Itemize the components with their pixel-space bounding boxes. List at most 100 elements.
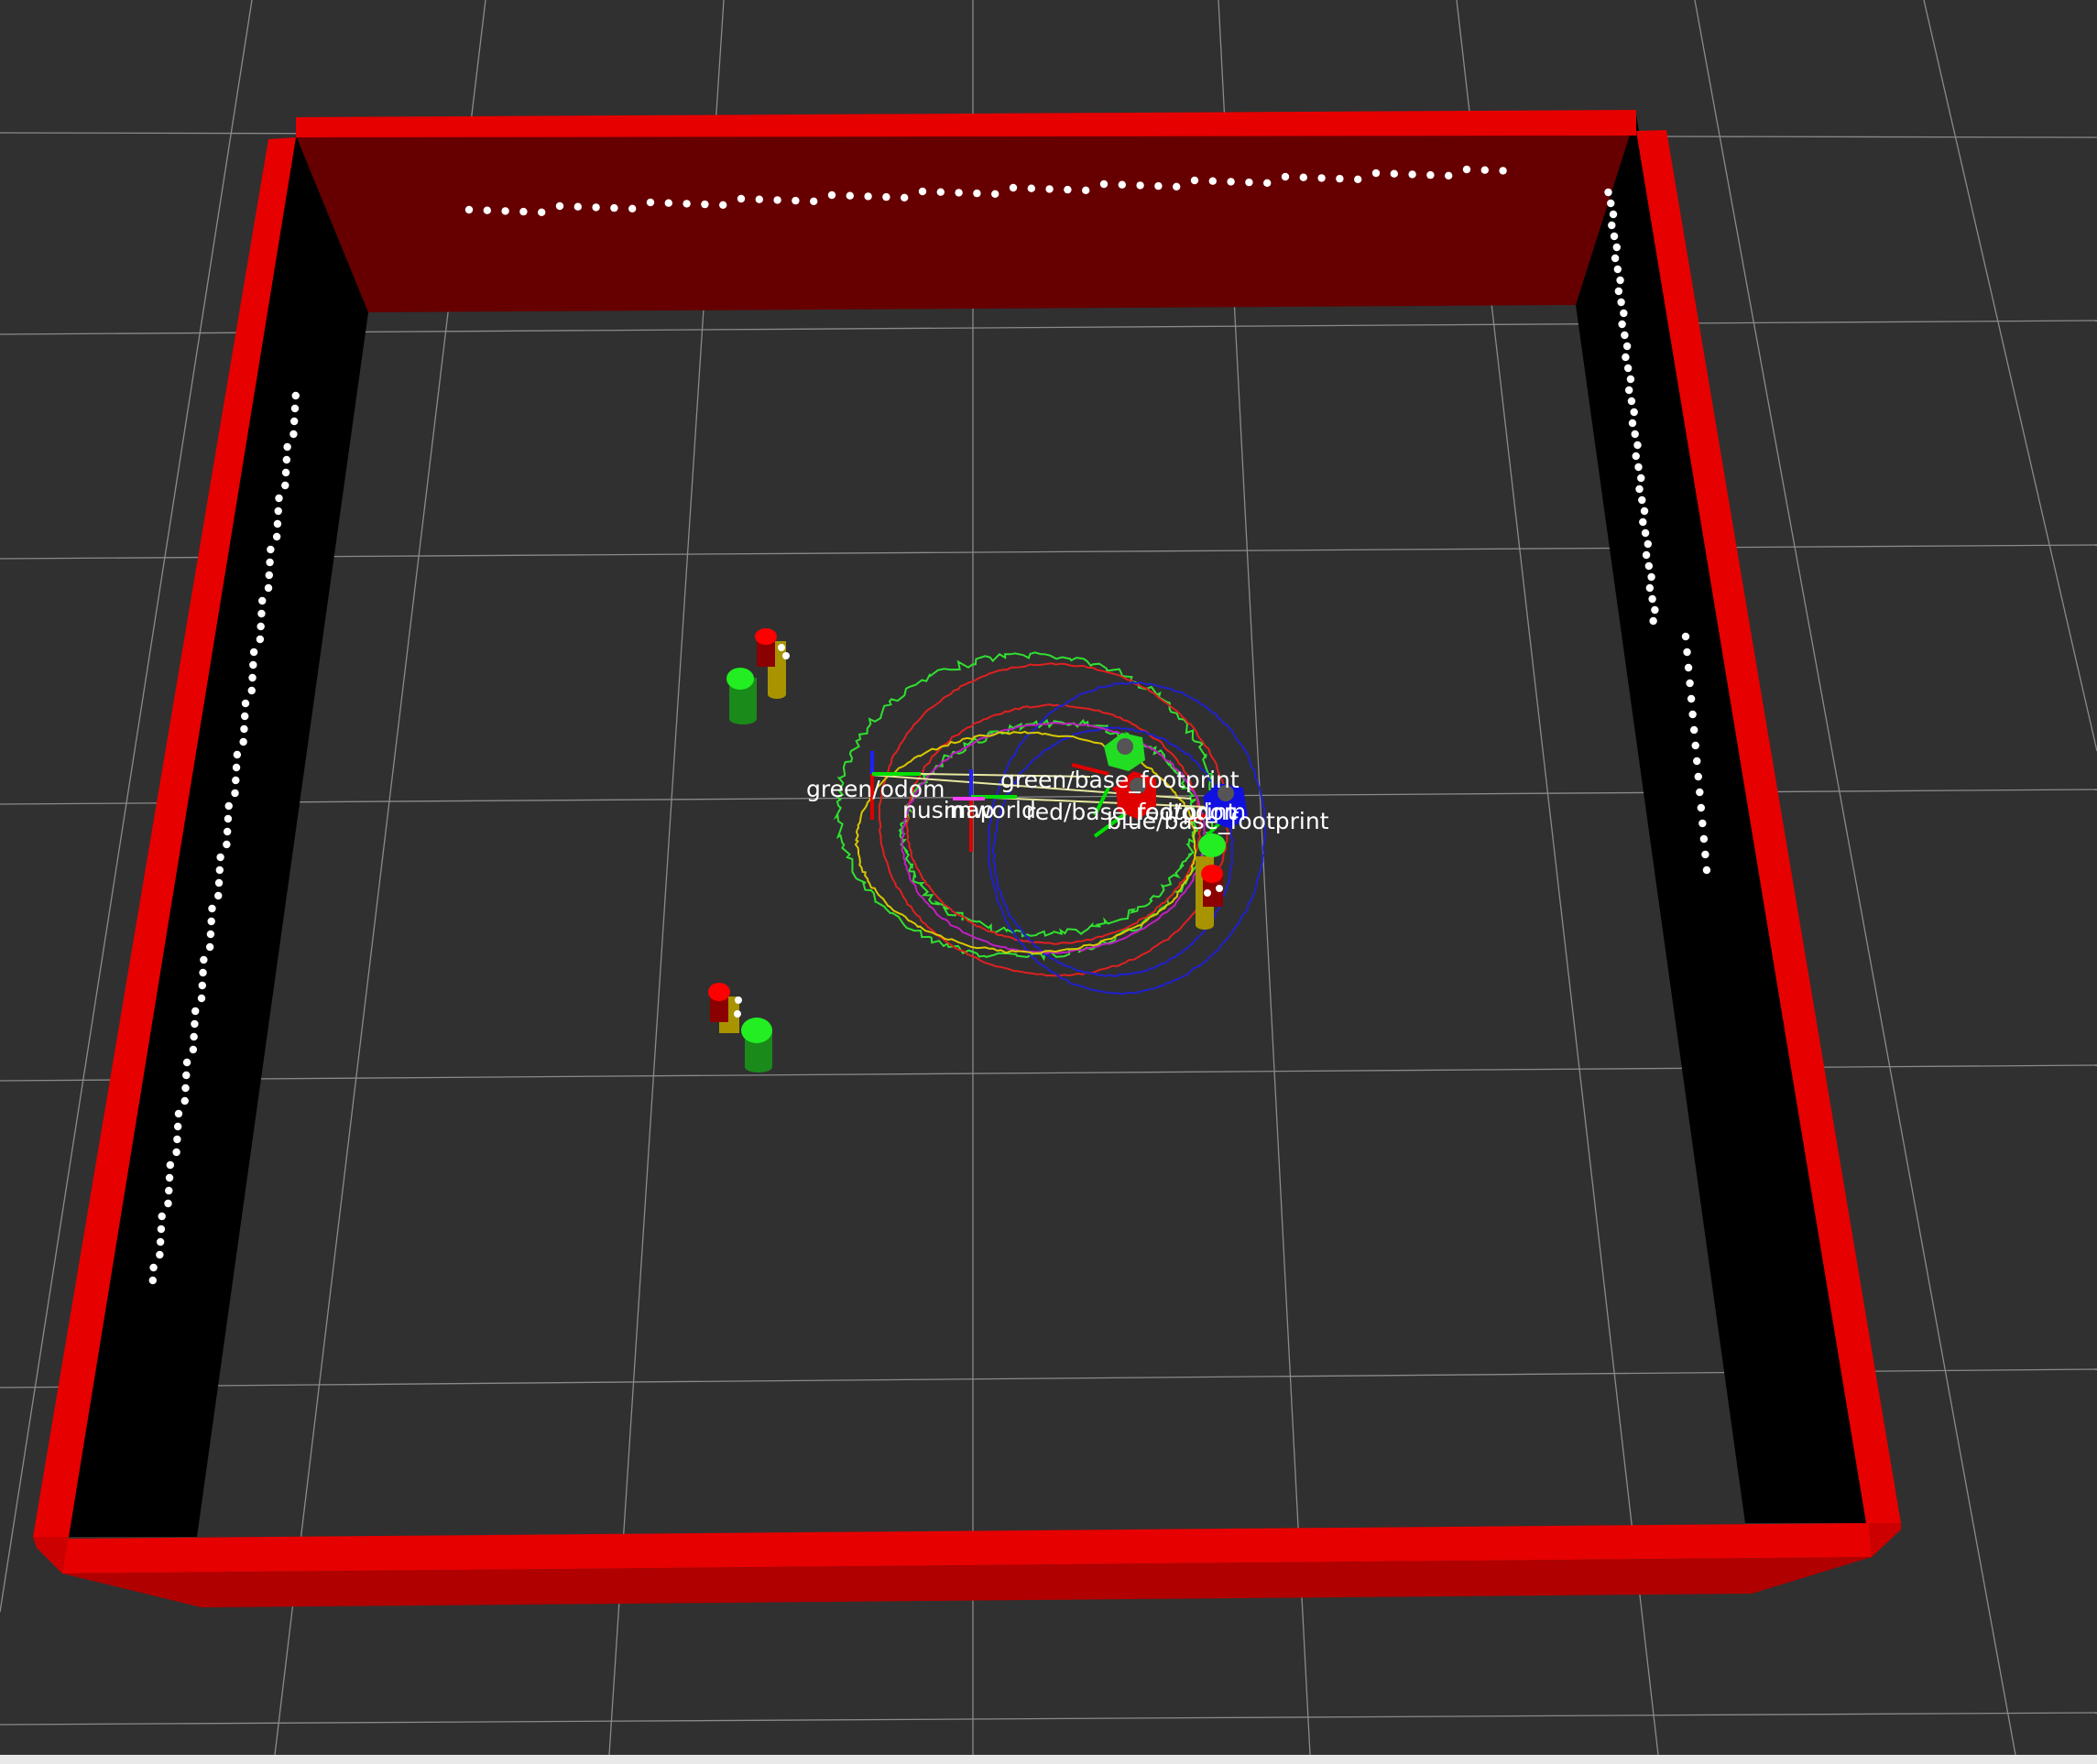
laser-point bbox=[1635, 485, 1644, 494]
laser-point bbox=[1681, 632, 1690, 641]
laser-point bbox=[173, 1135, 181, 1144]
laser-point bbox=[1118, 180, 1127, 189]
laser-point bbox=[283, 442, 291, 452]
laser-point bbox=[273, 519, 282, 528]
laser-point bbox=[1645, 583, 1655, 593]
laser-point bbox=[1027, 184, 1036, 192]
laser-point bbox=[846, 191, 854, 200]
nav-path bbox=[901, 722, 1207, 954]
laser-point bbox=[1607, 199, 1615, 208]
laser-point bbox=[1694, 772, 1702, 781]
laser-point bbox=[214, 891, 223, 900]
laser-point bbox=[1624, 386, 1633, 395]
laser-point bbox=[198, 981, 206, 990]
laser-point bbox=[1614, 287, 1623, 296]
landmark-cylinder bbox=[755, 628, 790, 699]
tf-frame-labels: green/odom green/base_footprint nusim ma… bbox=[806, 767, 1329, 834]
laser-point bbox=[206, 930, 215, 939]
laser-point bbox=[955, 189, 963, 197]
laser-point bbox=[1622, 342, 1632, 351]
laser-point bbox=[156, 1250, 164, 1259]
laser-point bbox=[232, 763, 241, 772]
laser-point bbox=[182, 1071, 191, 1080]
front-wall-right-cap bbox=[1869, 1523, 1901, 1557]
laser-point bbox=[483, 206, 491, 214]
laser-point bbox=[1173, 182, 1181, 191]
laser-point bbox=[936, 188, 945, 196]
laser-point bbox=[1632, 452, 1640, 461]
laser-point bbox=[1613, 265, 1622, 274]
laser-point bbox=[827, 191, 836, 200]
laser-point bbox=[281, 481, 289, 490]
laser-point bbox=[249, 648, 258, 657]
laser-point bbox=[1610, 232, 1619, 241]
laser-point bbox=[1699, 834, 1709, 844]
laser-point bbox=[1354, 175, 1362, 183]
arena-walls bbox=[33, 110, 1901, 1607]
laser-point bbox=[1644, 539, 1653, 549]
laser-point bbox=[1426, 170, 1435, 180]
laser-point bbox=[1696, 788, 1704, 797]
laser-point bbox=[1693, 757, 1701, 766]
laser-point bbox=[289, 417, 299, 426]
laser-point bbox=[1617, 298, 1625, 307]
rviz-3d-viewport[interactable]: green/odom green/base_footprint nusim ma… bbox=[0, 0, 2097, 1755]
laser-point bbox=[1263, 179, 1272, 187]
laser-point bbox=[148, 1276, 157, 1285]
landmark-obstacles bbox=[708, 628, 1226, 1073]
laser-point bbox=[282, 455, 291, 464]
laser-point bbox=[258, 596, 267, 605]
laser-point bbox=[1621, 331, 1629, 340]
laser-point bbox=[1640, 506, 1649, 516]
laser-point bbox=[1701, 850, 1709, 859]
laser-point bbox=[241, 699, 250, 708]
laser-point bbox=[232, 776, 240, 785]
left-wall-inner-face bbox=[69, 136, 368, 1537]
laser-point bbox=[1626, 375, 1635, 384]
laser-point bbox=[156, 1237, 165, 1247]
laser-point bbox=[191, 1007, 200, 1016]
laser-point bbox=[1336, 174, 1344, 183]
laser-point bbox=[265, 571, 274, 580]
laser-point bbox=[1136, 181, 1144, 190]
laser-point bbox=[773, 196, 781, 204]
laser-point bbox=[257, 609, 266, 618]
laser-point bbox=[239, 737, 247, 746]
laser-point bbox=[1686, 679, 1694, 688]
landmark-cylinder bbox=[708, 983, 742, 1033]
laser-point bbox=[223, 840, 231, 849]
laser-point bbox=[864, 192, 872, 201]
laser-point bbox=[199, 968, 207, 977]
laser-point bbox=[1630, 408, 1638, 417]
laser-point bbox=[719, 201, 727, 209]
laser-point bbox=[165, 1186, 173, 1195]
laser-point bbox=[240, 724, 248, 734]
laser-point bbox=[755, 195, 763, 203]
green-robot[interactable] bbox=[1104, 733, 1145, 771]
label-blue-base: blue/base_footprint bbox=[1107, 808, 1329, 834]
laser-point bbox=[281, 468, 290, 477]
laser-scan bbox=[148, 165, 1711, 1285]
scene-canvas[interactable]: green/odom green/base_footprint nusim ma… bbox=[0, 0, 2097, 1755]
laser-point bbox=[224, 814, 233, 823]
laser-point bbox=[1462, 165, 1471, 174]
laser-point bbox=[538, 208, 546, 216]
laser-point bbox=[501, 207, 509, 215]
laser-point bbox=[1317, 174, 1326, 182]
laser-point bbox=[233, 750, 242, 759]
laser-point bbox=[1641, 528, 1650, 538]
laser-point bbox=[1627, 397, 1636, 406]
laser-point bbox=[200, 955, 208, 964]
laser-point bbox=[189, 1045, 198, 1054]
laser-point bbox=[1628, 419, 1637, 428]
laser-point bbox=[1445, 171, 1453, 180]
laser-point bbox=[1082, 186, 1090, 194]
laser-point bbox=[158, 1212, 166, 1221]
laser-point bbox=[149, 1263, 158, 1272]
laser-point bbox=[1480, 166, 1490, 174]
laser-point bbox=[1622, 353, 1630, 362]
laser-point bbox=[555, 201, 564, 211]
laser-point bbox=[165, 1173, 174, 1182]
laser-point bbox=[1687, 694, 1696, 703]
laser-point bbox=[1689, 725, 1698, 735]
